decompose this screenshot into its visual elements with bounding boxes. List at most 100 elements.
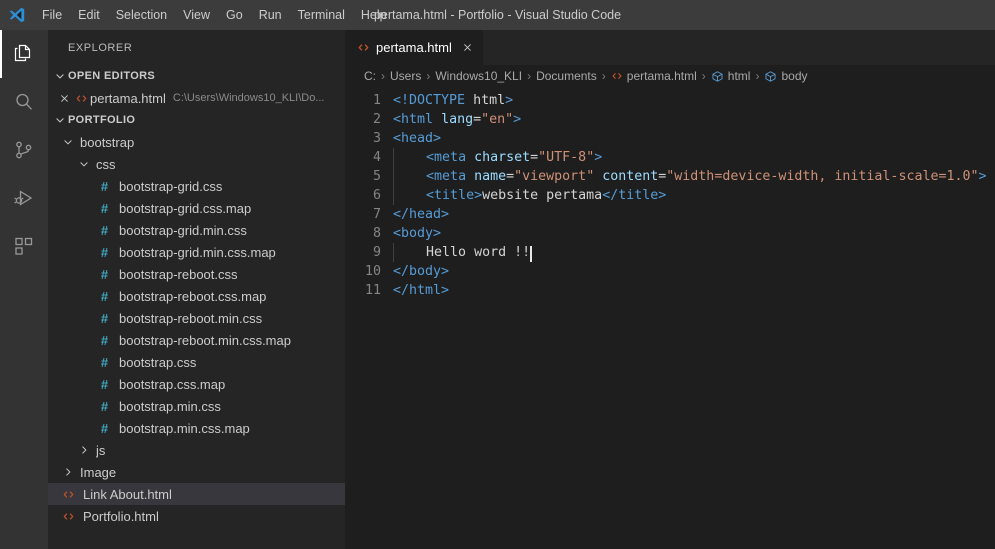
line-number: 9 [372, 245, 381, 260]
breadcrumb-separator-icon: › [381, 69, 385, 83]
tree-folder-bootstrap[interactable]: bootstrap [48, 131, 345, 153]
code-line-8[interactable]: <body> [393, 224, 995, 243]
tree-file[interactable]: # bootstrap-grid.css.map [48, 197, 345, 219]
breadcrumb-item-users[interactable]: Users [390, 69, 421, 83]
close-icon[interactable] [56, 93, 73, 104]
tree-file[interactable]: # bootstrap.css [48, 351, 345, 373]
css-file-icon: # [100, 398, 109, 414]
tree-file[interactable]: # bootstrap.min.css [48, 395, 345, 417]
chevron-down-icon [52, 68, 68, 84]
menu-edit[interactable]: Edit [70, 0, 108, 30]
breadcrumb-label: body [781, 69, 808, 83]
menu-terminal[interactable]: Terminal [290, 0, 353, 30]
tree-file[interactable]: # bootstrap-reboot.css [48, 263, 345, 285]
activity-extensions[interactable] [0, 222, 48, 270]
explorer-title: EXPLORER [68, 41, 133, 54]
activity-source-control[interactable] [0, 126, 48, 174]
close-icon[interactable] [462, 41, 473, 55]
tree-file[interactable]: # bootstrap.css.map [48, 373, 345, 395]
code-line-10[interactable]: </body> [393, 262, 995, 281]
css-file-icon: # [100, 376, 109, 392]
code-line-11[interactable]: </html> [393, 281, 995, 300]
line-number: 3 [372, 131, 381, 146]
tree-file[interactable]: # bootstrap-grid.min.css.map [48, 241, 345, 263]
tree-folder-js[interactable]: js [48, 439, 345, 461]
code-line-1[interactable]: <!DOCTYPE html> [393, 91, 995, 110]
css-file-icon: # [100, 288, 109, 304]
activity-run-debug[interactable] [0, 174, 48, 222]
tree-label: bootstrap-reboot.min.css.map [119, 332, 291, 348]
tree-folder-image[interactable]: Image [48, 461, 345, 483]
css-file-icon: # [100, 266, 109, 282]
tree-label: bootstrap-reboot.css [119, 266, 238, 282]
html-file-icon [60, 488, 77, 501]
breadcrumb-separator-icon: › [701, 69, 706, 83]
tree-file[interactable]: # bootstrap-grid.min.css [48, 219, 345, 241]
open-editor-name: pertama.html [90, 90, 166, 106]
html-file-icon [73, 92, 90, 105]
menu-selection[interactable]: Selection [108, 0, 175, 30]
menu-go[interactable]: Go [218, 0, 251, 30]
code-line-6[interactable]: <title>website pertama</title> [393, 186, 995, 205]
breadcrumb-item-documents[interactable]: Documents [536, 69, 597, 83]
menu-help[interactable]: Help [353, 0, 395, 30]
run-debug-icon [12, 186, 36, 210]
line-number-gutter: 1 2 3 4 5 6 7 8 9 10 11 [345, 91, 393, 549]
vscode-logo-icon [0, 6, 34, 24]
tree-label: Link About.html [83, 486, 172, 502]
title-bar: File Edit Selection View Go Run Terminal… [0, 0, 995, 30]
search-icon [12, 90, 36, 114]
breadcrumb-label: C: [364, 69, 376, 83]
tree-file-link-about[interactable]: Link About.html [48, 483, 345, 505]
tab-bar-empty [483, 30, 995, 65]
folder-header-portfolio[interactable]: PORTFOLIO [48, 109, 345, 131]
file-tree: bootstrap css # bootstrap-grid.css # boo… [48, 131, 345, 549]
tree-label: js [96, 442, 106, 458]
html-file-icon [60, 510, 77, 523]
tab-pertama-html[interactable]: pertama.html [345, 30, 484, 65]
code-line-9[interactable]: Hello word !! [393, 243, 995, 262]
css-file-icon: # [100, 332, 109, 348]
code-editor[interactable]: 1 2 3 4 5 6 7 8 9 10 11 <!DOCTYPE html> … [345, 87, 995, 549]
tree-folder-css[interactable]: css [48, 153, 345, 175]
tree-label: bootstrap-grid.css.map [119, 200, 252, 216]
code-lines[interactable]: <!DOCTYPE html> <html lang="en"> <head> … [393, 91, 995, 549]
breadcrumb-separator-icon: › [527, 69, 532, 83]
html-file-icon [356, 41, 370, 54]
open-editor-item[interactable]: pertama.html C:\Users\Windows10_KLI\Do..… [48, 87, 345, 109]
tree-file[interactable]: # bootstrap-reboot.css.map [48, 285, 345, 307]
breadcrumb-item-file[interactable]: pertama.html [611, 69, 697, 83]
tab-label: pertama.html [376, 40, 452, 55]
menu-run[interactable]: Run [251, 0, 290, 30]
files-icon [12, 42, 36, 66]
css-file-icon: # [100, 222, 109, 238]
css-file-icon: # [100, 310, 109, 326]
tree-file[interactable]: # bootstrap-reboot.min.css [48, 307, 345, 329]
breadcrumb-item-drive[interactable]: C: [364, 69, 376, 83]
breadcrumb-item-html[interactable]: html [711, 69, 750, 83]
menu-view[interactable]: View [175, 0, 218, 30]
activity-search[interactable] [0, 78, 48, 126]
activity-explorer[interactable] [0, 30, 48, 78]
activity-bar [0, 30, 48, 549]
code-line-5[interactable]: <meta name="viewport" content="width=dev… [393, 167, 995, 186]
tree-label: bootstrap.css.map [119, 376, 226, 392]
breadcrumb-item-body[interactable]: body [764, 69, 808, 83]
code-line-7[interactable]: </head> [393, 205, 995, 224]
breadcrumb: C: › Users › Windows10_KLI › Documents › [345, 65, 995, 87]
menu-file[interactable]: File [34, 0, 70, 30]
code-line-3[interactable]: <head> [393, 129, 995, 148]
tree-file[interactable]: # bootstrap-reboot.min.css.map [48, 329, 345, 351]
tree-file[interactable]: # bootstrap-grid.css [48, 175, 345, 197]
code-line-4[interactable]: <meta charset="UTF-8"> [393, 148, 995, 167]
open-editors-header[interactable]: OPEN EDITORS [48, 65, 345, 87]
tree-file[interactable]: # bootstrap.min.css.map [48, 417, 345, 439]
tree-label: bootstrap.css [119, 354, 197, 370]
tree-label: bootstrap-reboot.min.css [119, 310, 263, 326]
code-line-2[interactable]: <html lang="en"> [393, 110, 995, 129]
line-number: 2 [372, 112, 381, 127]
vscode-window: File Edit Selection View Go Run Terminal… [0, 0, 995, 549]
tree-file-portfolio[interactable]: Portfolio.html [48, 505, 345, 527]
breadcrumb-item-user[interactable]: Windows10_KLI [435, 69, 522, 83]
line-number: 1 [372, 93, 381, 108]
